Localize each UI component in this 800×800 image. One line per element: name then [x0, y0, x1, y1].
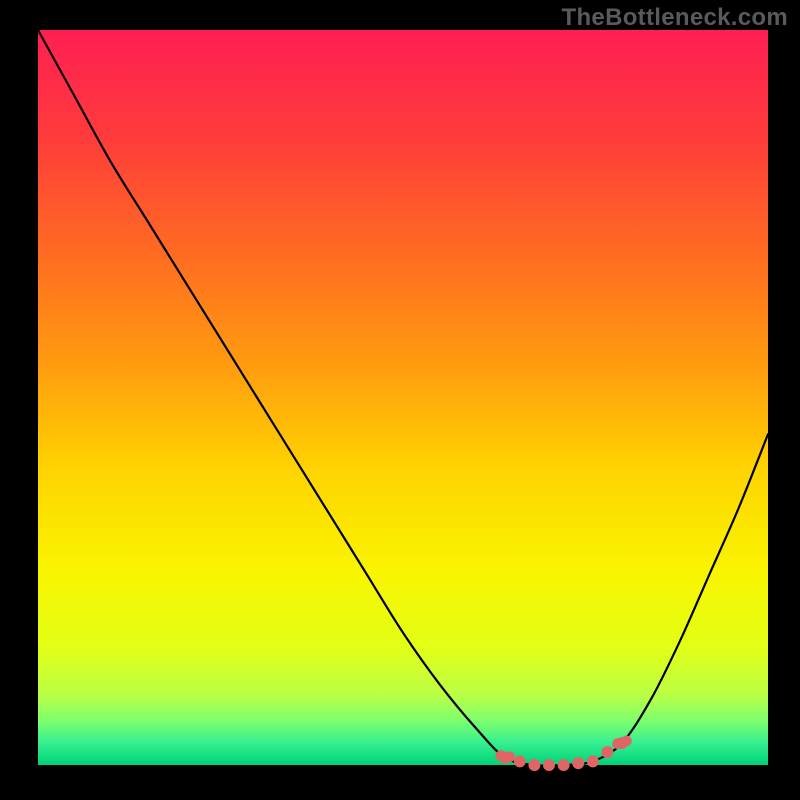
bottleneck-chart [0, 0, 800, 800]
watermark-label: TheBottleneck.com [562, 4, 788, 32]
plot-background [38, 30, 768, 765]
